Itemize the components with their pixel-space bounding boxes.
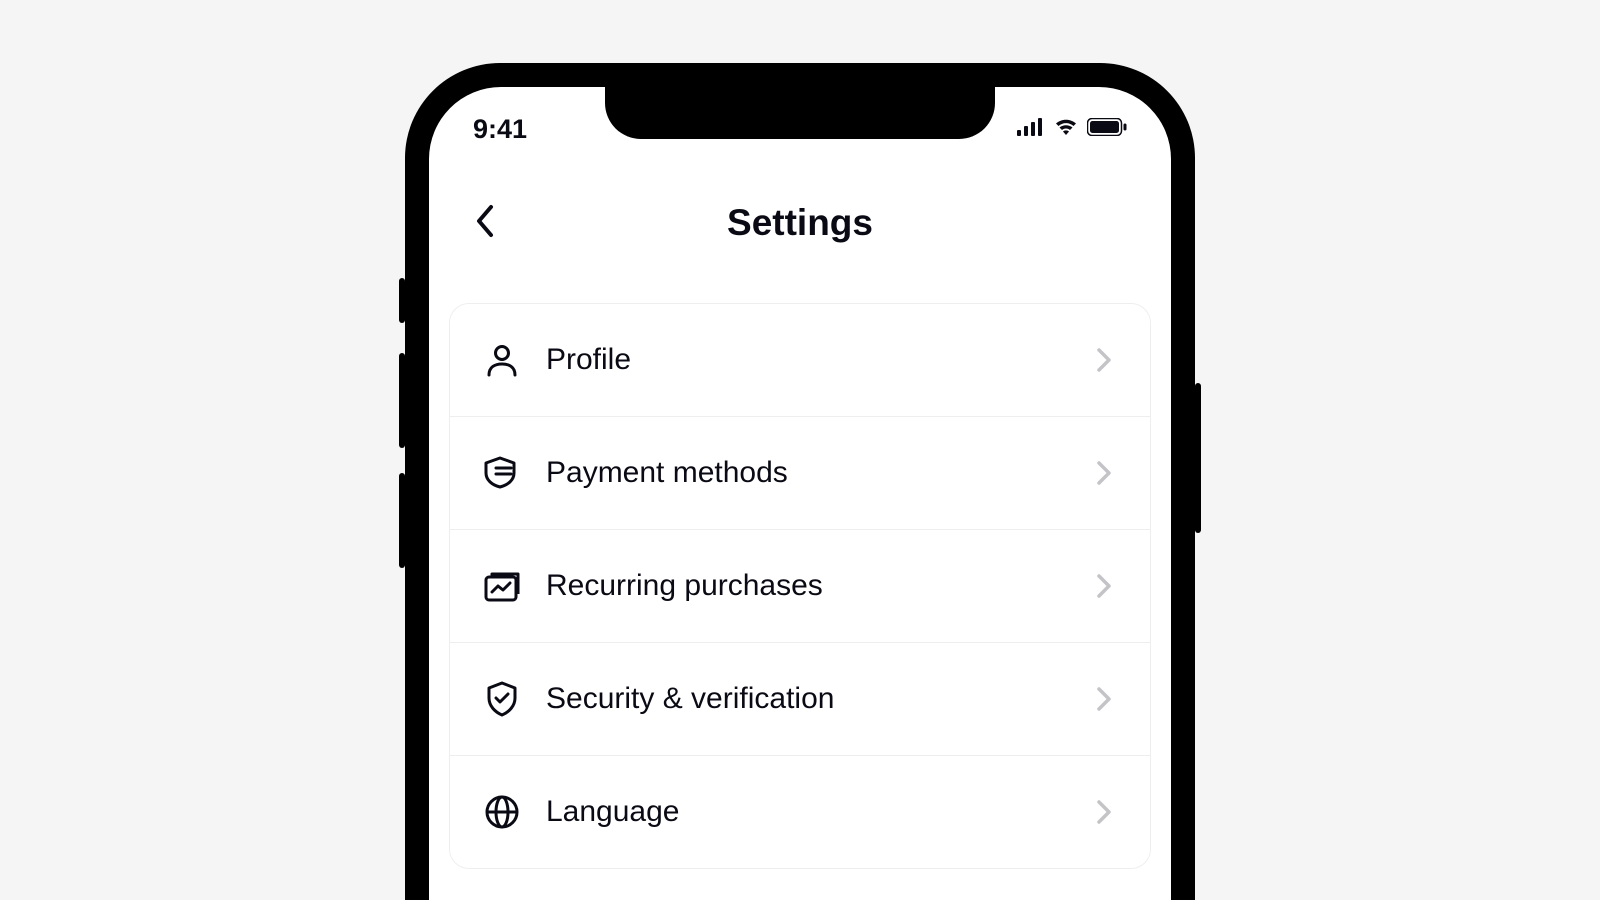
wifi-icon — [1053, 117, 1079, 142]
settings-item-recurring-purchases[interactable]: Recurring purchases — [450, 530, 1150, 643]
user-icon — [482, 340, 522, 380]
back-button[interactable] — [465, 203, 505, 243]
phone-side-button — [1195, 383, 1201, 533]
status-time: 9:41 — [473, 114, 527, 145]
settings-item-security[interactable]: Security & verification — [450, 643, 1150, 756]
shield-check-icon — [482, 679, 522, 719]
chevron-right-icon — [1090, 572, 1118, 600]
header: Settings — [429, 193, 1171, 253]
settings-item-profile[interactable]: Profile — [450, 304, 1150, 417]
phone-side-button — [399, 353, 405, 448]
phone-side-button — [399, 473, 405, 568]
chevron-right-icon — [1090, 798, 1118, 826]
status-icons — [1017, 117, 1127, 142]
chevron-left-icon — [475, 204, 495, 243]
chevron-right-icon — [1090, 459, 1118, 487]
phone-frame: 9:41 — [405, 63, 1195, 900]
globe-icon — [482, 792, 522, 832]
battery-icon — [1087, 118, 1127, 141]
recurring-icon — [482, 566, 522, 606]
chevron-right-icon — [1090, 346, 1118, 374]
cellular-signal-icon — [1017, 118, 1045, 141]
settings-item-label: Language — [546, 795, 1090, 829]
phone-side-button — [399, 278, 405, 323]
settings-item-label: Payment methods — [546, 456, 1090, 490]
settings-item-label: Security & verification — [546, 682, 1090, 716]
page-title: Settings — [727, 202, 873, 244]
chevron-right-icon — [1090, 685, 1118, 713]
payment-icon — [482, 453, 522, 493]
settings-item-language[interactable]: Language — [450, 756, 1150, 868]
settings-item-label: Recurring purchases — [546, 569, 1090, 603]
settings-item-payment-methods[interactable]: Payment methods — [450, 417, 1150, 530]
settings-list: Profile — [449, 303, 1151, 869]
phone-screen: 9:41 — [429, 87, 1171, 900]
settings-item-label: Profile — [546, 343, 1090, 377]
phone-notch — [605, 87, 995, 139]
